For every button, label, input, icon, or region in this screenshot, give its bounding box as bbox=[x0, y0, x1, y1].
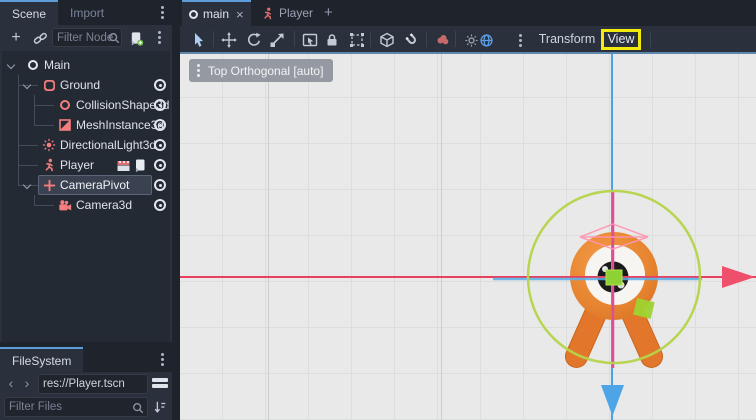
main-area: main × Player + bbox=[180, 0, 756, 420]
x-move-arrow[interactable] bbox=[722, 266, 755, 288]
tab-filesystem[interactable]: FileSystem bbox=[0, 347, 83, 372]
script-icon[interactable] bbox=[135, 158, 146, 178]
filter-files-input[interactable] bbox=[5, 398, 147, 416]
local-space-icon[interactable] bbox=[376, 30, 398, 50]
move-tool-icon[interactable] bbox=[218, 30, 240, 50]
viewport-3d[interactable]: Top Orthogonal [auto] bbox=[180, 52, 756, 420]
viewport-view-menu[interactable]: Top Orthogonal [auto] bbox=[189, 59, 333, 82]
visibility-eye-icon[interactable] bbox=[154, 199, 166, 211]
close-tab-icon[interactable]: × bbox=[236, 7, 244, 22]
tab-scene[interactable]: Scene bbox=[0, 0, 58, 25]
visibility-eye-icon[interactable] bbox=[154, 79, 166, 91]
tree-row-ground[interactable]: Ground bbox=[2, 75, 170, 95]
y-move-handle[interactable] bbox=[606, 270, 622, 285]
history-back-icon[interactable]: ‹ bbox=[4, 375, 18, 391]
tab-import[interactable]: Import bbox=[58, 0, 116, 25]
tree-row-main[interactable]: Main bbox=[2, 55, 170, 75]
toggle-split-mode-icon[interactable] bbox=[152, 378, 168, 391]
collapse-icon[interactable] bbox=[23, 181, 31, 189]
rotate-tool-icon[interactable] bbox=[243, 30, 265, 50]
scale-tool-icon[interactable] bbox=[266, 30, 288, 50]
attach-script-icon[interactable] bbox=[126, 28, 146, 48]
scene-icon bbox=[189, 10, 198, 19]
dock-menu-icon[interactable] bbox=[161, 11, 164, 14]
instance-scene-icon[interactable] bbox=[30, 28, 50, 48]
viewport-gizmos bbox=[180, 52, 756, 420]
marker-3d-icon bbox=[42, 178, 56, 192]
dock-menu-icon[interactable] bbox=[161, 358, 164, 361]
scene-dock-tabstrip: Scene Import bbox=[0, 0, 172, 25]
character-body-3d-icon bbox=[42, 158, 56, 172]
left-dock: Scene Import + bbox=[0, 0, 172, 420]
preview-environment-icon[interactable] bbox=[475, 30, 497, 50]
search-icon bbox=[104, 28, 124, 48]
collapse-icon[interactable] bbox=[7, 61, 15, 69]
tree-row-camera3d[interactable]: Camera3d bbox=[2, 195, 170, 215]
collapse-icon[interactable] bbox=[23, 81, 31, 89]
red-blob-tool-icon[interactable] bbox=[432, 30, 454, 50]
transform-menu[interactable]: Transform bbox=[535, 29, 599, 50]
path-input[interactable] bbox=[39, 375, 147, 393]
group-icon[interactable] bbox=[346, 30, 368, 50]
visibility-eye-icon[interactable] bbox=[154, 179, 166, 191]
file-sort-icon[interactable] bbox=[153, 400, 167, 414]
tree-row-collisionshape[interactable]: CollisionShape3d bbox=[2, 95, 170, 115]
static-body-3d-icon bbox=[42, 78, 56, 92]
viewport-menu-dots-icon bbox=[197, 69, 200, 72]
spatial-toolbar: Transform View bbox=[180, 26, 756, 52]
list-select-tool-icon[interactable] bbox=[299, 30, 321, 50]
history-forward-icon[interactable]: › bbox=[20, 375, 34, 391]
path-field[interactable] bbox=[38, 374, 148, 394]
visibility-eye-icon[interactable] bbox=[154, 99, 166, 111]
tree-row-camerapivot[interactable]: CameraPivot bbox=[2, 175, 170, 195]
scene-tabstrip: main × Player + bbox=[180, 0, 756, 26]
visibility-eye-icon[interactable] bbox=[154, 159, 166, 171]
add-scene-tab-icon[interactable]: + bbox=[324, 4, 333, 21]
search-icon bbox=[132, 402, 144, 414]
select-tool-icon[interactable] bbox=[188, 30, 210, 50]
collision-shape-3d-icon bbox=[58, 98, 72, 112]
filesystem-dock: ‹ › bbox=[0, 372, 172, 420]
sun-environment-options-icon[interactable] bbox=[509, 30, 531, 50]
filter-files-field[interactable] bbox=[4, 397, 148, 417]
tree-row-meshinstance[interactable]: MeshInstance3d bbox=[2, 115, 170, 135]
scene-dock-toolbar: + bbox=[0, 25, 172, 51]
snap-icon[interactable] bbox=[401, 30, 423, 50]
lock-icon[interactable] bbox=[321, 30, 343, 50]
filesystem-tabstrip: FileSystem bbox=[0, 347, 172, 372]
dock-divider[interactable] bbox=[172, 0, 180, 420]
visibility-eye-icon[interactable] bbox=[154, 119, 166, 131]
add-node-button[interactable]: + bbox=[6, 28, 26, 48]
scene-tree: Main Ground CollisionShape3d MeshInst bbox=[2, 51, 170, 342]
directional-light-3d-icon bbox=[42, 138, 56, 152]
godot-editor-window: Scene Import + bbox=[0, 0, 756, 420]
player-scene-icon bbox=[261, 7, 274, 20]
visibility-eye-icon[interactable] bbox=[154, 139, 166, 151]
z-move-arrow[interactable] bbox=[601, 385, 624, 416]
view-menu[interactable]: View bbox=[601, 29, 641, 50]
viewport-focus-border bbox=[180, 52, 756, 54]
scene-tab-player[interactable]: Player bbox=[254, 0, 320, 26]
scene-tab-main[interactable]: main × bbox=[182, 0, 251, 26]
tree-options-icon[interactable] bbox=[158, 36, 161, 39]
mesh-instance-3d-icon bbox=[58, 118, 72, 132]
camera-3d-icon bbox=[58, 198, 72, 212]
node-icon bbox=[26, 58, 40, 72]
